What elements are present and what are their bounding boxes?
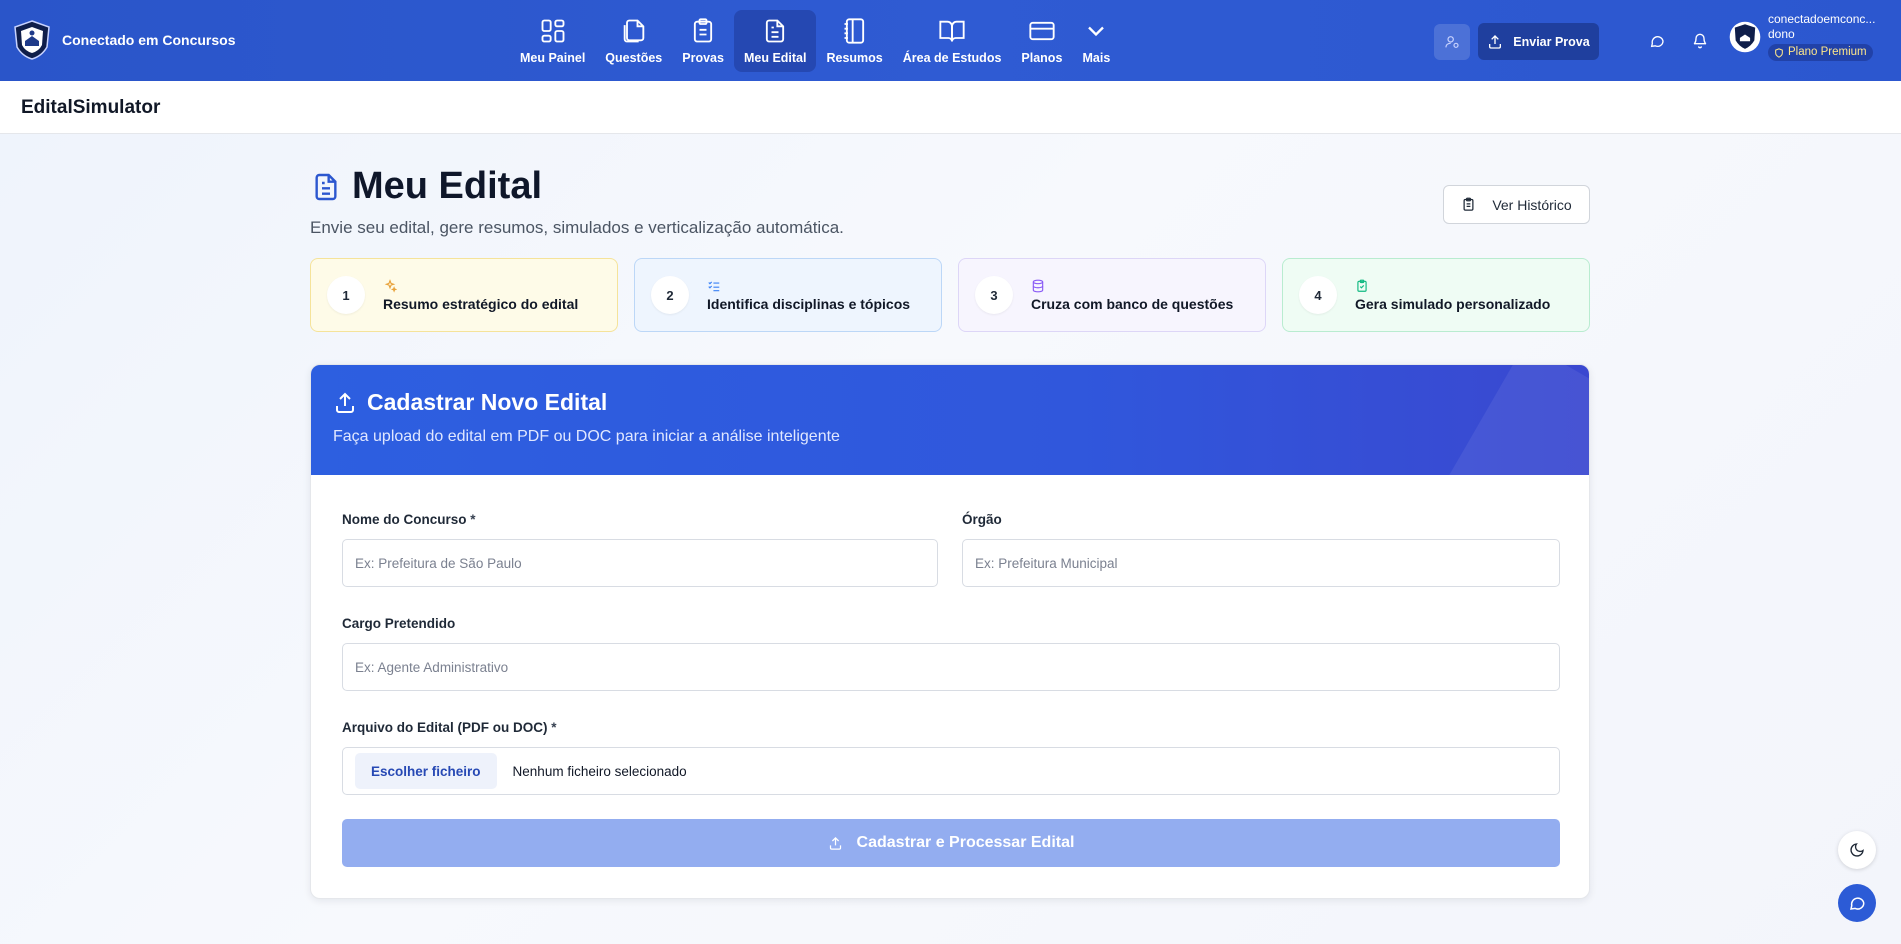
avatar	[1729, 21, 1761, 52]
chat-support-button[interactable]	[1838, 884, 1876, 922]
enviar-prova-label: Enviar Prova	[1513, 34, 1590, 49]
file-input[interactable]: Escolher ficheiro Nenhum ficheiro seleci…	[342, 747, 1560, 795]
step-label: Identifica disciplinas e tópicos	[707, 295, 911, 312]
theme-toggle-button[interactable]	[1838, 831, 1876, 869]
step-label: Resumo estratégico do edital	[383, 295, 579, 312]
upload-icon	[1489, 34, 1502, 49]
nav-label: Meu Painel	[520, 51, 586, 65]
step-number: 2	[651, 276, 689, 314]
step-label: Cruza com banco de questões	[1031, 295, 1234, 312]
nav-planos[interactable]: Planos	[1011, 10, 1072, 72]
nav-label: Planos	[1021, 51, 1063, 65]
plan-badge: Plano Premium	[1768, 44, 1873, 61]
shield-logo-icon	[14, 20, 50, 60]
cadastrar-processar-button[interactable]: Cadastrar e Processar Edital	[342, 819, 1560, 867]
escolher-ficheiro-button[interactable]: Escolher ficheiro	[355, 753, 497, 789]
step-card: 3 Cruza com banco de questões	[958, 258, 1266, 332]
ver-historico-label: Ver Histórico	[1492, 196, 1572, 213]
nav-area-de-estudos[interactable]: Área de Estudos	[893, 10, 1012, 72]
upload-icon	[829, 836, 841, 850]
main-nav: Meu Painel Questões Provas Meu Edital Re…	[510, 10, 1120, 72]
nav-mais[interactable]: Mais	[1072, 10, 1120, 72]
concurso-label: Nome do Concurso *	[342, 512, 476, 527]
chevron-down-icon	[1088, 26, 1105, 37]
concurso-label-text: Nome do Concurso	[342, 512, 467, 527]
nav-label: Resumos	[826, 51, 883, 65]
upload-icon	[336, 392, 354, 413]
feature-steps: 1 Resumo estratégico do edital 2 Identif…	[310, 258, 1590, 332]
page-subtitle: Envie seu edital, gere resumos, simulado…	[310, 218, 844, 237]
top-navbar: Conectado em Concursos Meu Painel Questõ…	[0, 0, 1901, 81]
document-icon	[766, 19, 785, 43]
cargo-label: Cargo Pretendido	[342, 616, 456, 631]
step-number: 1	[327, 276, 365, 314]
user-role: dono	[1768, 27, 1795, 41]
cargo-input[interactable]	[342, 643, 1560, 691]
card-icon	[1029, 21, 1055, 41]
step-number: 4	[1299, 276, 1337, 314]
nav-meu-painel[interactable]: Meu Painel	[510, 10, 595, 72]
chat-bubble-icon	[1650, 36, 1664, 48]
sub-header: EditalSimulator	[0, 81, 1901, 134]
clipboard-icon	[694, 18, 713, 43]
sparkles-icon	[384, 278, 397, 293]
book-open-icon	[939, 20, 965, 42]
enviar-prova-button[interactable]: Enviar Prova	[1478, 23, 1599, 60]
nav-label: Meu Edital	[743, 51, 807, 65]
nav-meu-edital[interactable]: Meu Edital	[733, 10, 817, 72]
messages-button[interactable]	[1645, 29, 1669, 53]
bell-icon	[1693, 33, 1707, 49]
card-title: Cadastrar Novo Edital	[367, 389, 608, 415]
document-icon	[315, 173, 337, 200]
page-header: Meu Edital Envie seu edital, gere resumo…	[310, 165, 844, 238]
clipboard-list-icon	[1463, 197, 1474, 211]
app-title: EditalSimulator	[21, 97, 161, 118]
orgao-label: Órgão	[962, 512, 1002, 527]
cadastrar-edital-card: Cadastrar Novo Edital Faça upload do edi…	[310, 364, 1590, 899]
user-name: conectadoemconc...	[1768, 12, 1876, 26]
file-status: Nenhum ficheiro selecionado	[512, 763, 687, 779]
list-check-icon	[708, 281, 720, 291]
user-switch-button[interactable]	[1434, 24, 1470, 60]
card-subtitle: Faça upload do edital em PDF ou DOC para…	[333, 428, 840, 445]
brand[interactable]: Conectado em Concursos	[12, 19, 235, 61]
step-card: 1 Resumo estratégico do edital	[310, 258, 618, 332]
brand-name: Conectado em Concursos	[62, 32, 236, 48]
database-icon	[1032, 279, 1044, 292]
clipboard-check-icon	[1357, 279, 1367, 292]
card-header: Cadastrar Novo Edital Faça upload do edi…	[311, 365, 1589, 475]
required-mark: *	[551, 720, 557, 735]
notebook-icon	[844, 18, 864, 44]
page-title: Meu Edital	[352, 165, 543, 207]
submit-label: Cadastrar e Processar Edital	[856, 834, 1075, 851]
shield-icon	[1775, 47, 1783, 58]
nav-label: Questões	[605, 51, 663, 65]
nav-questoes[interactable]: Questões	[595, 10, 672, 72]
ver-historico-button[interactable]: Ver Histórico	[1443, 185, 1590, 224]
plan-label: Plano Premium	[1788, 46, 1867, 58]
arquivo-label: Arquivo do Edital (PDF ou DOC) *	[342, 720, 557, 735]
nav-label: Provas	[682, 51, 724, 65]
required-mark: *	[470, 512, 476, 527]
user-menu[interactable]: conectadoemconc... dono Plano Premium	[1728, 12, 1875, 61]
nav-label: Mais	[1082, 51, 1111, 65]
orgao-input[interactable]	[962, 539, 1560, 587]
moon-icon	[1850, 843, 1864, 857]
nav-provas[interactable]: Provas	[672, 10, 734, 72]
step-number: 3	[975, 276, 1013, 314]
dashboard-icon	[541, 19, 565, 43]
step-card: 2 Identifica disciplinas e tópicos	[634, 258, 942, 332]
chat-bubble-icon	[1850, 897, 1865, 910]
arquivo-label-text: Arquivo do Edital (PDF ou DOC)	[342, 720, 548, 735]
step-label: Gera simulado personalizado	[1355, 295, 1551, 312]
nav-resumos[interactable]: Resumos	[816, 10, 892, 72]
concurso-input[interactable]	[342, 539, 938, 587]
nav-label: Área de Estudos	[902, 51, 1002, 65]
step-card: 4 Gera simulado personalizado	[1282, 258, 1590, 332]
notifications-button[interactable]	[1688, 29, 1712, 53]
user-cog-icon	[1445, 36, 1459, 48]
copy-icon	[623, 19, 645, 43]
